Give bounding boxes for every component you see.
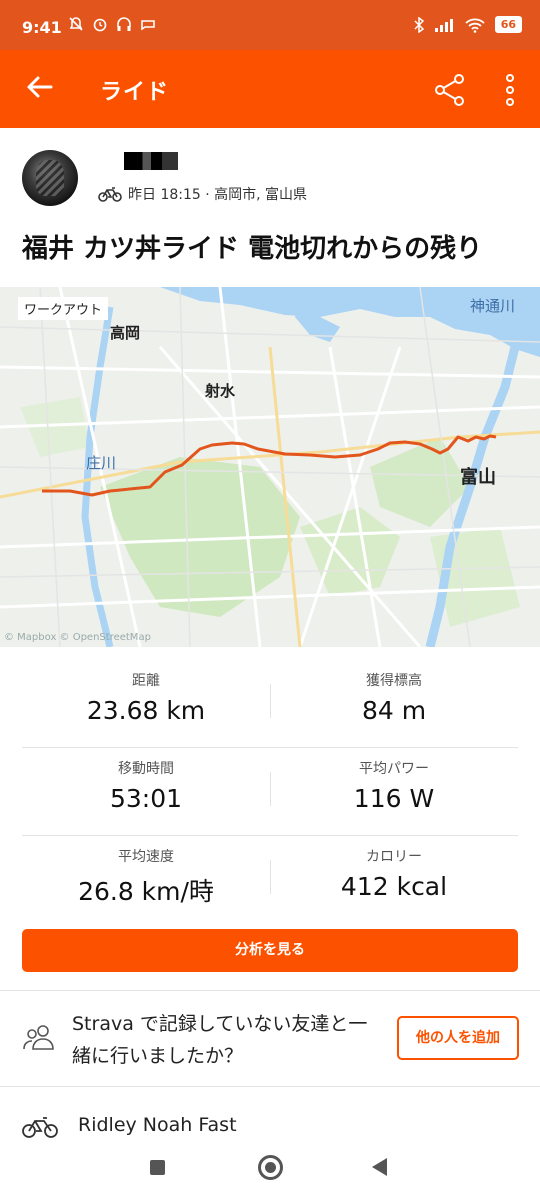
stat-avg-power: 平均パワー 116 W: [270, 748, 518, 836]
map-label-imizu: 射水: [205, 382, 236, 400]
signal-icon: [434, 18, 453, 32]
back-arrow-icon[interactable]: [24, 72, 54, 102]
stats-grid: 距離 23.68 km 獲得標高 84 m 移動時間 53:01 平均パワー 1…: [22, 660, 518, 924]
stat-value: 412 kcal: [340, 872, 448, 901]
notifications-off-icon: [69, 17, 83, 31]
stat-row: 平均速度 26.8 km/時 カロリー 412 kcal: [22, 836, 518, 924]
bike-icon: [98, 187, 122, 202]
activity-title: 福井 カツ丼ライド 電池切れからの残り: [22, 234, 483, 264]
message-icon: [141, 20, 155, 31]
people-icon: [23, 1025, 54, 1050]
athlete-name-redacted[interactable]: [124, 152, 178, 170]
map-label-toyama: 富山: [460, 467, 496, 488]
add-others-button[interactable]: 他の人を追加: [397, 1016, 519, 1060]
route-map[interactable]: ワークアウト 高岡 射水 庄川 神通川 富山 © Mapbox © OpenSt…: [0, 287, 540, 647]
athlete-header: 昨日 18:15 · 高岡市, 富山県: [0, 128, 540, 218]
stat-label: 平均速度: [118, 849, 174, 865]
stat-avg-speed: 平均速度 26.8 km/時: [22, 836, 270, 924]
stat-moving-time: 移動時間 53:01: [22, 748, 270, 836]
share-icon[interactable]: [432, 72, 468, 108]
stat-label: 獲得標高: [366, 673, 422, 689]
stat-row: 距離 23.68 km 獲得標高 84 m: [22, 660, 518, 748]
status-bar: 9:41 66: [0, 0, 540, 50]
stat-label: カロリー: [366, 849, 422, 865]
home-icon[interactable]: [258, 1155, 283, 1180]
stat-value: 23.68 km: [86, 696, 206, 725]
activity-date-location: 昨日 18:15 · 高岡市, 富山県: [128, 187, 308, 203]
status-icons-right: 66: [413, 16, 522, 33]
bluetooth-icon: [414, 16, 424, 33]
map-label-jinzugawa: 神通川: [470, 297, 516, 315]
app-bar: ライド: [0, 50, 540, 128]
view-analysis-button[interactable]: 分析を見る: [22, 929, 518, 972]
stat-value: 116 W: [353, 784, 435, 813]
wifi-icon: [465, 18, 485, 33]
stat-elevation-gain: 獲得標高 84 m: [270, 660, 518, 748]
stat-value: 53:01: [109, 784, 183, 813]
gear-name[interactable]: Ridley Noah Fast: [78, 1114, 237, 1136]
map-badge: ワークアウト: [18, 297, 109, 320]
stat-value: 84 m: [361, 696, 427, 725]
map-canvas: [0, 287, 540, 647]
stat-label: 距離: [132, 673, 160, 689]
system-back-icon[interactable]: [372, 1158, 387, 1176]
bike-icon: [22, 1117, 58, 1138]
stat-calories: カロリー 412 kcal: [270, 836, 518, 924]
map-label-takaoka: 高岡: [110, 324, 141, 342]
alarm-icon: [93, 18, 107, 32]
page-title: ライド: [100, 80, 170, 105]
activity-meta: 昨日 18:15 · 高岡市, 富山県: [98, 184, 307, 204]
status-time: 9:41: [22, 18, 62, 37]
avatar[interactable]: [22, 150, 78, 206]
battery-icon: 66: [494, 16, 522, 33]
more-options-icon[interactable]: [500, 72, 520, 108]
status-icons-left: [68, 16, 156, 32]
invite-prompt: Strava で記録していない友達と一緒に行いましたか？: [72, 1013, 368, 1067]
headphones-icon: [117, 17, 131, 31]
stat-row: 移動時間 53:01 平均パワー 116 W: [22, 748, 518, 836]
divider: [0, 990, 540, 991]
system-nav-bar: [0, 1138, 540, 1200]
stat-value: 26.8 km/時: [78, 877, 214, 906]
map-attribution: © Mapbox © OpenStreetMap: [4, 632, 151, 643]
stat-label: 移動時間: [118, 761, 174, 777]
stat-distance: 距離 23.68 km: [22, 660, 270, 748]
recents-icon[interactable]: [150, 1160, 165, 1175]
map-label-shogawa: 庄川: [86, 454, 117, 472]
stat-label: 平均パワー: [359, 761, 429, 777]
divider: [0, 1086, 540, 1087]
